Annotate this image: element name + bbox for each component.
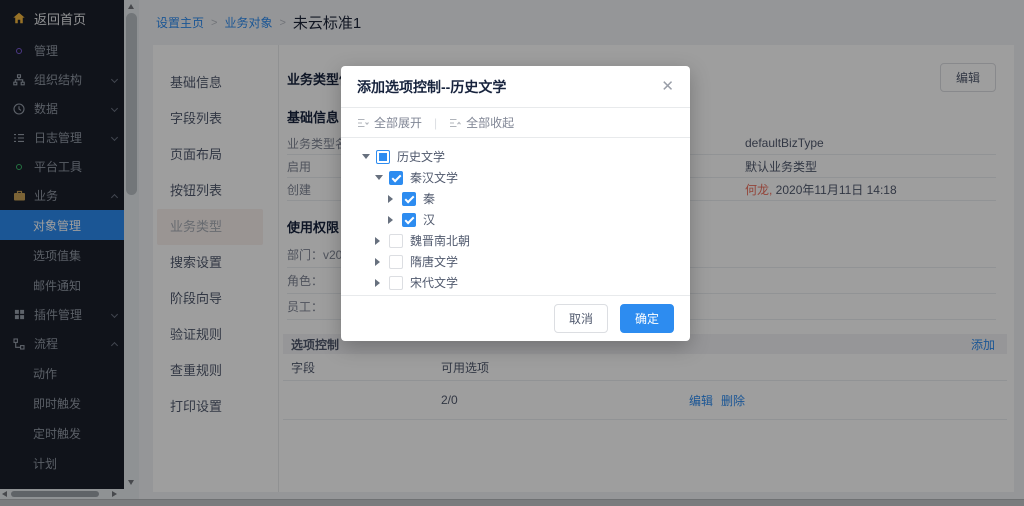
expand-all-label: 全部展开	[374, 114, 422, 131]
tree-collapse-arrow-icon[interactable]	[388, 195, 396, 203]
collapse-all-label: 全部收起	[466, 114, 514, 131]
option-tree: 历史文学 秦汉文学 秦 汉 魏晋南北朝 隋唐文学	[341, 138, 690, 295]
tree-node-label: 隋唐文学	[410, 253, 458, 270]
tree-node-weijin-nanbeichao[interactable]: 魏晋南北朝	[341, 230, 690, 251]
checkbox-unchecked[interactable]	[389, 276, 403, 290]
tree-node-label: 秦	[423, 190, 435, 207]
cancel-button[interactable]: 取消	[554, 304, 608, 333]
toolbar-separator: |	[434, 116, 437, 130]
close-icon[interactable]: ✕	[661, 79, 674, 94]
checkbox-checked[interactable]	[402, 213, 416, 227]
tree-collapse-arrow-icon[interactable]	[375, 258, 383, 266]
checkbox-indeterminate[interactable]	[376, 150, 390, 164]
checkbox-unchecked[interactable]	[389, 234, 403, 248]
tree-collapse-arrow-icon[interactable]	[388, 216, 396, 224]
tree-collapse-arrow-icon[interactable]	[375, 279, 383, 287]
add-option-control-dialog: 添加选项控制--历史文学 ✕ 全部展开 | 全部收起 历史文学 秦汉文学 秦	[341, 66, 690, 341]
tree-node-songdai-literature[interactable]: 宋代文学	[341, 272, 690, 293]
tree-node-history-literature[interactable]: 历史文学	[341, 146, 690, 167]
tree-node-label: 魏晋南北朝	[410, 232, 470, 249]
tree-node-qin[interactable]: 秦	[341, 188, 690, 209]
expand-all-icon	[357, 117, 369, 129]
checkbox-unchecked[interactable]	[389, 255, 403, 269]
tree-expand-arrow-icon[interactable]	[375, 175, 383, 180]
confirm-button[interactable]: 确定	[620, 304, 674, 333]
tree-node-label: 历史文学	[397, 148, 445, 165]
tree-node-label: 宋代文学	[410, 274, 458, 291]
tree-node-suitang-literature[interactable]: 隋唐文学	[341, 251, 690, 272]
collapse-all-button[interactable]: 全部收起	[449, 114, 514, 131]
tree-node-han[interactable]: 汉	[341, 209, 690, 230]
tree-node-label: 汉	[423, 211, 435, 228]
tree-node-label: 秦汉文学	[410, 169, 458, 186]
checkbox-checked[interactable]	[389, 171, 403, 185]
tree-collapse-arrow-icon[interactable]	[375, 237, 383, 245]
dialog-title: 添加选项控制--历史文学	[357, 77, 506, 97]
checkbox-checked[interactable]	[402, 192, 416, 206]
expand-all-button[interactable]: 全部展开	[357, 114, 422, 131]
tree-expand-arrow-icon[interactable]	[362, 154, 370, 159]
tree-node-qinhan-literature[interactable]: 秦汉文学	[341, 167, 690, 188]
collapse-all-icon	[449, 117, 461, 129]
